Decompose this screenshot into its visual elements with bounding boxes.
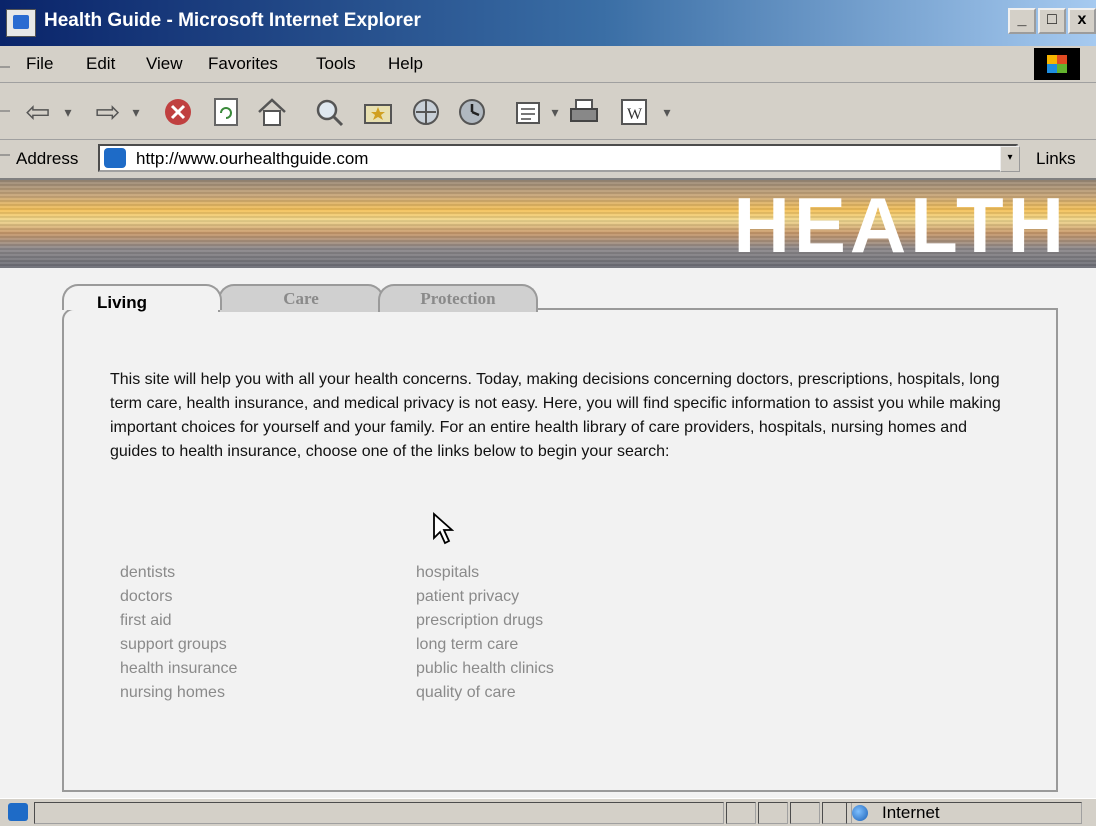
edit-word-icon[interactable]: W xyxy=(616,95,652,129)
maximize-button[interactable]: □ xyxy=(1038,8,1066,34)
forward-icon[interactable]: ⇨ xyxy=(90,95,126,129)
menu-file[interactable]: File xyxy=(26,54,53,74)
media-icon[interactable] xyxy=(408,95,444,129)
link-first-aid[interactable]: first aid xyxy=(120,612,172,630)
link-support-groups[interactable]: support groups xyxy=(120,636,227,654)
page-icon xyxy=(104,148,126,168)
address-dropdown-icon[interactable]: ▾ xyxy=(1000,146,1020,172)
link-patient-privacy[interactable]: patient privacy xyxy=(416,588,519,606)
back-dropdown-icon[interactable]: ▾ xyxy=(60,95,76,129)
home-icon[interactable] xyxy=(254,95,290,129)
history-icon[interactable] xyxy=(454,95,490,129)
tab-protection[interactable]: Protection xyxy=(378,284,538,312)
status-cell-1 xyxy=(726,802,756,824)
minimize-button[interactable]: _ xyxy=(1008,8,1036,34)
refresh-icon[interactable] xyxy=(208,95,244,129)
address-url[interactable]: http://www.ourhealthguide.com xyxy=(136,149,368,169)
address-bar: Address http://www.ourhealthguide.com ▾ … xyxy=(0,140,1096,180)
links-button[interactable]: Links xyxy=(1036,149,1076,169)
stop-icon[interactable] xyxy=(160,95,196,129)
link-dentists[interactable]: dentists xyxy=(120,564,175,582)
address-input[interactable]: http://www.ourhealthguide.com xyxy=(98,144,1018,172)
close-button[interactable]: x xyxy=(1068,8,1096,34)
window-controls: _ □ x xyxy=(1008,8,1096,34)
zone-label: Internet xyxy=(882,803,940,822)
banner-title: HEALTH xyxy=(733,181,1068,269)
status-bar: Internet xyxy=(0,798,1096,826)
address-label: Address xyxy=(16,149,79,168)
header-banner: HEALTH xyxy=(0,180,1096,268)
link-quality-of-care[interactable]: quality of care xyxy=(416,684,516,702)
status-cell-2 xyxy=(758,802,788,824)
status-text-area xyxy=(34,802,724,824)
tab-living[interactable]: Living xyxy=(62,284,222,312)
window-title: Health Guide - Microsoft Internet Explor… xyxy=(44,10,421,31)
link-health-insurance[interactable]: health insurance xyxy=(120,660,237,678)
forward-dropdown-icon[interactable]: ▾ xyxy=(128,95,144,129)
windows-logo-icon xyxy=(1034,48,1080,80)
ie-app-icon xyxy=(6,9,36,37)
status-cell-3 xyxy=(790,802,820,824)
tab-care[interactable]: Care xyxy=(218,284,384,312)
menu-favorites[interactable]: Favorites xyxy=(208,54,278,74)
edit-dropdown-icon[interactable]: ▾ xyxy=(660,95,674,129)
link-doctors[interactable]: doctors xyxy=(120,588,172,606)
search-icon[interactable] xyxy=(312,95,348,129)
link-hospitals[interactable]: hospitals xyxy=(416,564,479,582)
internet-globe-icon xyxy=(852,805,868,821)
web-content: HEALTH Care Protection Living This site … xyxy=(0,180,1096,798)
menu-help[interactable]: Help xyxy=(388,54,423,74)
mail-dropdown-icon[interactable]: ▾ xyxy=(548,95,562,129)
link-nursing-homes[interactable]: nursing homes xyxy=(120,684,225,702)
mouse-cursor-icon xyxy=(433,512,454,545)
title-bar[interactable]: Health Guide - Microsoft Internet Explor… xyxy=(0,0,1096,46)
svg-text:W: W xyxy=(627,106,643,123)
menu-edit[interactable]: Edit xyxy=(86,54,115,74)
menu-tools[interactable]: Tools xyxy=(316,54,356,74)
link-prescription-drugs[interactable]: prescription drugs xyxy=(416,612,543,630)
mail-icon[interactable] xyxy=(512,95,548,129)
link-public-health-clinics[interactable]: public health clinics xyxy=(416,660,554,678)
back-icon[interactable]: ⇦ xyxy=(20,95,56,129)
favorites-icon[interactable] xyxy=(360,95,396,129)
intro-text: This site will help you with all your he… xyxy=(110,371,1001,460)
print-icon[interactable] xyxy=(566,95,602,129)
menu-bar: File Edit View Favorites Tools Help xyxy=(0,46,1096,83)
link-long-term-care[interactable]: long term care xyxy=(416,636,518,654)
toolbar: ⇦ ▾ ⇨ ▾ ▾ W ▾ xyxy=(0,83,1096,140)
menu-view[interactable]: View xyxy=(146,54,183,74)
status-page-icon xyxy=(8,803,28,821)
